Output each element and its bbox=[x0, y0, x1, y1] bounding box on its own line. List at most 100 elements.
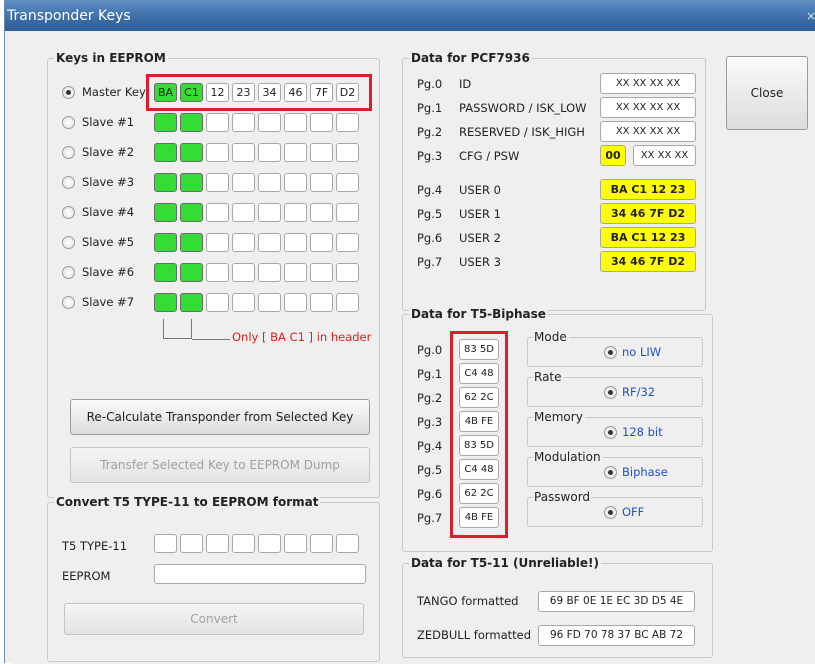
key-byte-cell[interactable] bbox=[154, 203, 177, 222]
key-byte-cell[interactable] bbox=[232, 233, 255, 252]
t5-type11-cell[interactable] bbox=[154, 534, 177, 553]
key-radio[interactable] bbox=[62, 296, 75, 309]
key-byte-cell[interactable] bbox=[284, 203, 307, 222]
t5-page-label: Pg.3 bbox=[417, 415, 443, 429]
t5-type11-cell[interactable] bbox=[310, 534, 333, 553]
key-byte-cell[interactable] bbox=[180, 293, 203, 312]
key-byte-cell[interactable] bbox=[284, 293, 307, 312]
t5-type11-cell[interactable] bbox=[180, 534, 203, 553]
key-byte-cell[interactable] bbox=[232, 293, 255, 312]
key-byte-cell[interactable] bbox=[232, 143, 255, 162]
key-radio[interactable] bbox=[62, 206, 75, 219]
pcf-page-label: Pg.7 bbox=[417, 255, 443, 269]
key-byte-cell[interactable] bbox=[310, 143, 333, 162]
t5-option-group: Rate RF/32 bbox=[527, 370, 703, 407]
key-radio[interactable] bbox=[62, 86, 75, 99]
key-row-label: Slave #4 bbox=[82, 205, 135, 219]
key-byte-cell[interactable] bbox=[336, 113, 359, 132]
key-byte-cell[interactable] bbox=[310, 173, 333, 192]
transfer-key-button[interactable]: Transfer Selected Key to EEPROM Dump bbox=[70, 447, 370, 483]
pcf-value: BA C1 12 23 bbox=[600, 227, 696, 248]
key-byte-cell[interactable] bbox=[310, 233, 333, 252]
t5-type11-cell[interactable] bbox=[284, 534, 307, 553]
key-byte-cell[interactable] bbox=[232, 113, 255, 132]
key-byte-cell[interactable] bbox=[154, 233, 177, 252]
key-byte-cell[interactable] bbox=[310, 263, 333, 282]
key-radio[interactable] bbox=[62, 146, 75, 159]
key-byte-cell[interactable] bbox=[180, 203, 203, 222]
key-byte-cell[interactable] bbox=[206, 143, 229, 162]
key-radio[interactable] bbox=[62, 116, 75, 129]
key-row-label: Slave #7 bbox=[82, 295, 135, 309]
key-byte-cell[interactable] bbox=[336, 143, 359, 162]
pcf-field-name: USER 3 bbox=[459, 255, 501, 269]
t5-type11-cell[interactable] bbox=[336, 534, 359, 553]
key-byte-cell[interactable] bbox=[206, 113, 229, 132]
key-byte-cell[interactable] bbox=[258, 293, 281, 312]
t5-option-radio[interactable] bbox=[604, 466, 617, 479]
key-byte-cell[interactable] bbox=[284, 233, 307, 252]
key-radio[interactable] bbox=[62, 236, 75, 249]
key-byte-cell[interactable] bbox=[310, 293, 333, 312]
key-byte-cell[interactable] bbox=[258, 203, 281, 222]
key-byte-cell[interactable] bbox=[180, 113, 203, 132]
key-byte-cell[interactable] bbox=[232, 203, 255, 222]
close-button[interactable]: Close bbox=[726, 56, 808, 130]
key-byte-cell[interactable] bbox=[206, 173, 229, 192]
key-byte-cell[interactable] bbox=[258, 143, 281, 162]
t5-option-value: RF/32 bbox=[622, 385, 656, 399]
key-byte-cell[interactable] bbox=[336, 233, 359, 252]
key-row-label: Master Key bbox=[82, 85, 146, 99]
key-byte-cell[interactable] bbox=[258, 263, 281, 282]
key-byte-cell[interactable] bbox=[232, 263, 255, 282]
t5-page-label: Pg.0 bbox=[417, 343, 443, 357]
key-byte-cell[interactable] bbox=[284, 173, 307, 192]
key-byte-cell[interactable] bbox=[206, 263, 229, 282]
key-byte-cell[interactable] bbox=[284, 113, 307, 132]
key-byte-cell[interactable] bbox=[258, 173, 281, 192]
t5-type11-cell[interactable] bbox=[258, 534, 281, 553]
key-byte-cell[interactable] bbox=[154, 263, 177, 282]
key-byte-cell[interactable] bbox=[336, 173, 359, 192]
key-byte-cell[interactable] bbox=[310, 203, 333, 222]
key-radio[interactable] bbox=[62, 176, 75, 189]
t5-type11-cell[interactable] bbox=[206, 534, 229, 553]
key-byte-cell[interactable] bbox=[258, 233, 281, 252]
pcf-value: BA C1 12 23 bbox=[600, 179, 696, 200]
convert-button[interactable]: Convert bbox=[64, 603, 364, 635]
key-byte-cell[interactable] bbox=[206, 233, 229, 252]
t5-option-radio[interactable] bbox=[604, 426, 617, 439]
key-byte-cell[interactable] bbox=[154, 113, 177, 132]
zedbull-label: ZEDBULL formatted bbox=[417, 628, 532, 642]
key-byte-cell[interactable] bbox=[180, 143, 203, 162]
key-radio[interactable] bbox=[62, 266, 75, 279]
pcf-field-name: USER 0 bbox=[459, 183, 501, 197]
key-byte-cell[interactable] bbox=[180, 173, 203, 192]
key-byte-cell[interactable] bbox=[180, 263, 203, 282]
key-byte-cell[interactable] bbox=[154, 293, 177, 312]
key-byte-cell[interactable] bbox=[336, 263, 359, 282]
key-byte-cell[interactable] bbox=[232, 173, 255, 192]
key-byte-cell[interactable] bbox=[310, 113, 333, 132]
eeprom-field[interactable] bbox=[154, 564, 366, 584]
t5-option-radio[interactable] bbox=[604, 386, 617, 399]
key-byte-cell[interactable] bbox=[154, 143, 177, 162]
key-byte-cell[interactable] bbox=[284, 263, 307, 282]
t5-option-radio[interactable] bbox=[604, 506, 617, 519]
key-byte-cell[interactable] bbox=[336, 293, 359, 312]
key-byte-cell[interactable] bbox=[284, 143, 307, 162]
t5-option-radio[interactable] bbox=[604, 346, 617, 359]
key-row-label: Slave #3 bbox=[82, 175, 135, 189]
t5-page-label: Pg.6 bbox=[417, 487, 443, 501]
key-byte-cell[interactable] bbox=[206, 293, 229, 312]
key-byte-cell[interactable] bbox=[206, 203, 229, 222]
t5-type11-cell[interactable] bbox=[232, 534, 255, 553]
window-close-icon[interactable]: × bbox=[804, 1, 815, 31]
recalculate-button[interactable]: Re-Calculate Transponder from Selected K… bbox=[70, 399, 370, 435]
t5-option-value: 128 bit bbox=[622, 425, 663, 439]
key-byte-cell[interactable] bbox=[258, 113, 281, 132]
pcf-value: XX XX XX XX bbox=[600, 121, 696, 142]
key-byte-cell[interactable] bbox=[336, 203, 359, 222]
key-byte-cell[interactable] bbox=[180, 233, 203, 252]
key-byte-cell[interactable] bbox=[154, 173, 177, 192]
